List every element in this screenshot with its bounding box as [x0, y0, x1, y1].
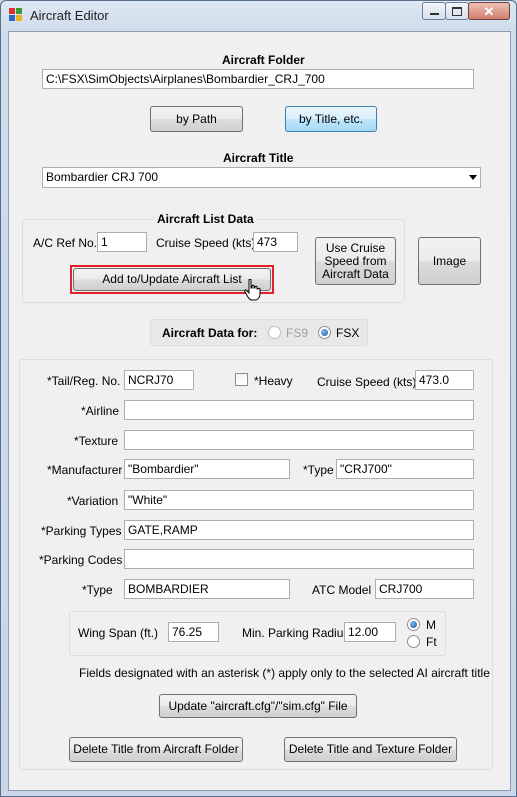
min-parking-radius-label: Min. Parking Radius — [242, 626, 350, 640]
ac-ref-label: A/C Ref No. — [33, 236, 98, 250]
asterisk-note: Fields designated with an asterisk (*) a… — [79, 666, 490, 680]
heavy-checkbox[interactable] — [235, 373, 248, 386]
client-area: Aircraft Folder C:\FSX\SimObjects\Airpla… — [8, 31, 511, 791]
unit-ft-label: Ft — [426, 635, 437, 649]
atc-model-field[interactable]: CRJ700 — [375, 579, 474, 599]
aircraft-folder-path-field[interactable]: C:\FSX\SimObjects\Airplanes\Bombardier_C… — [42, 69, 474, 89]
variation-field[interactable]: "White" — [124, 490, 474, 510]
wingspan-label: Wing Span (ft.) — [78, 626, 159, 640]
list-cruise-speed-field[interactable]: 473 — [253, 232, 298, 252]
heavy-label: *Heavy — [254, 374, 293, 388]
dropdown-arrow-icon — [469, 175, 477, 180]
type-code-field[interactable]: BOMBARDIER — [124, 579, 290, 599]
type-code-label: *Type — [82, 583, 113, 597]
aircraft-title-heading: Aircraft Title — [223, 151, 294, 165]
type-label: *Type — [303, 463, 334, 477]
aircraft-title-selected: Bombardier CRJ 700 — [46, 170, 159, 184]
close-button[interactable]: ✕ — [468, 2, 510, 20]
app-icon — [9, 8, 23, 22]
aircraft-list-data-heading: Aircraft List Data — [154, 212, 257, 226]
parking-codes-label: *Parking Codes — [39, 553, 123, 567]
image-button[interactable]: Image — [418, 237, 481, 285]
tail-reg-label: *Tail/Reg. No. — [47, 374, 121, 388]
texture-field[interactable] — [124, 430, 474, 450]
update-cfg-button[interactable]: Update "aircraft.cfg"/"sim.cfg" File — [159, 694, 357, 718]
parking-types-field[interactable]: GATE,RAMP — [124, 520, 474, 540]
minimize-icon — [429, 13, 439, 15]
maximize-button[interactable] — [445, 2, 469, 20]
unit-ft-radio[interactable] — [407, 635, 420, 648]
airline-field[interactable] — [124, 400, 474, 420]
manufacturer-field[interactable]: "Bombardier" — [124, 459, 290, 479]
type-field[interactable]: "CRJ700" — [336, 459, 474, 479]
cruise-speed-label: Cruise Speed (kts) — [317, 375, 417, 389]
by-path-button[interactable]: by Path — [150, 106, 243, 132]
atc-model-label: ATC Model — [312, 583, 372, 597]
use-cruise-speed-button[interactable]: Use Cruise Speed from Aircraft Data — [315, 237, 396, 285]
fsx-label: FSX — [336, 326, 360, 340]
airline-label: *Airline — [81, 404, 120, 418]
by-title-button[interactable]: by Title, etc. — [285, 106, 377, 132]
minimize-button[interactable] — [422, 2, 446, 20]
list-cruise-speed-label: Cruise Speed (kts) — [156, 236, 256, 250]
fsx-radio[interactable] — [318, 326, 331, 339]
min-parking-radius-field[interactable]: 12.00 — [344, 622, 396, 642]
fs9-label: FS9 — [286, 326, 309, 340]
aircraft-title-combobox[interactable]: Bombardier CRJ 700 — [42, 167, 481, 188]
parking-types-label: *Parking Types — [41, 524, 122, 538]
wingspan-field[interactable]: 76.25 — [168, 622, 219, 642]
parking-codes-field[interactable] — [124, 549, 474, 569]
texture-label: *Texture — [74, 434, 119, 448]
cruise-speed-field[interactable]: 473.0 — [415, 370, 474, 390]
aircraft-data-for-label: Aircraft Data for: — [162, 326, 258, 340]
delete-title-texture-button[interactable]: Delete Title and Texture Folder — [284, 737, 457, 762]
delete-title-button[interactable]: Delete Title from Aircraft Folder — [69, 737, 243, 762]
hand-cursor-icon — [244, 279, 261, 301]
ac-ref-field[interactable]: 1 — [97, 232, 147, 252]
manufacturer-label: *Manufacturer — [47, 463, 123, 477]
aircraft-editor-window: Aircraft Editor ✕ Aircraft Folder C:\FSX… — [0, 0, 517, 797]
close-icon: ✕ — [483, 3, 495, 19]
window-title: Aircraft Editor — [30, 8, 109, 23]
tail-reg-field[interactable]: NCRJ70 — [124, 370, 194, 390]
maximize-icon — [452, 6, 462, 16]
title-bar: Aircraft Editor ✕ — [1, 1, 516, 29]
add-update-aircraft-list-button[interactable]: Add to/Update Aircraft List — [73, 268, 271, 291]
unit-m-radio[interactable] — [407, 618, 420, 631]
unit-m-label: M — [426, 618, 436, 632]
aircraft-folder-heading: Aircraft Folder — [222, 53, 305, 67]
fs9-radio[interactable] — [268, 326, 281, 339]
variation-label: *Variation — [67, 494, 119, 508]
